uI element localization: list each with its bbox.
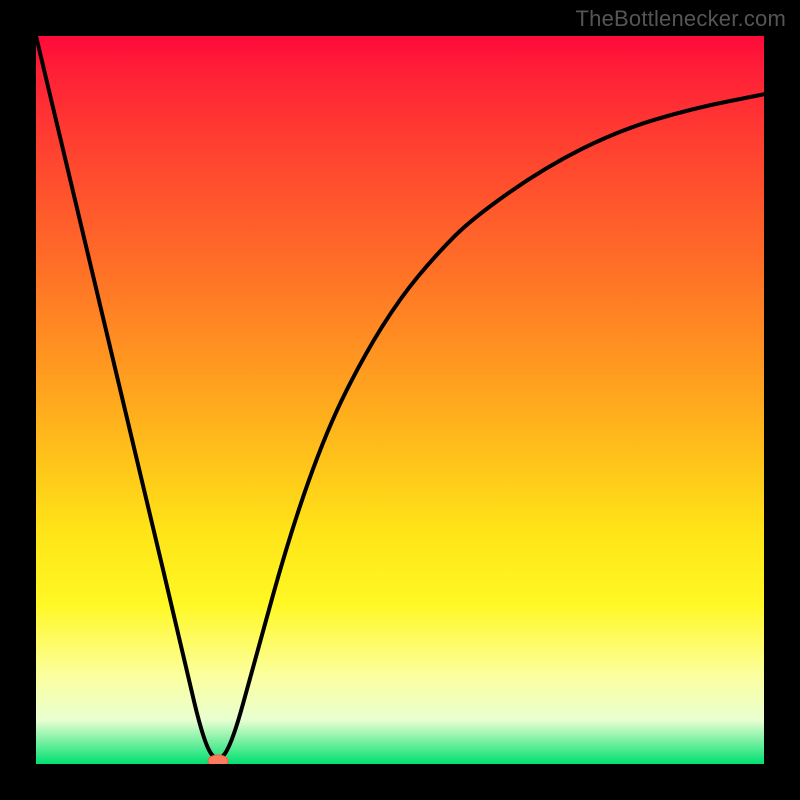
optimal-marker [208, 755, 228, 764]
chart-frame: TheBottlenecker.com [0, 0, 800, 800]
plot-area [36, 36, 764, 764]
curve-svg [36, 36, 764, 764]
attribution-text: TheBottlenecker.com [576, 6, 786, 32]
bottleneck-curve [36, 36, 764, 759]
